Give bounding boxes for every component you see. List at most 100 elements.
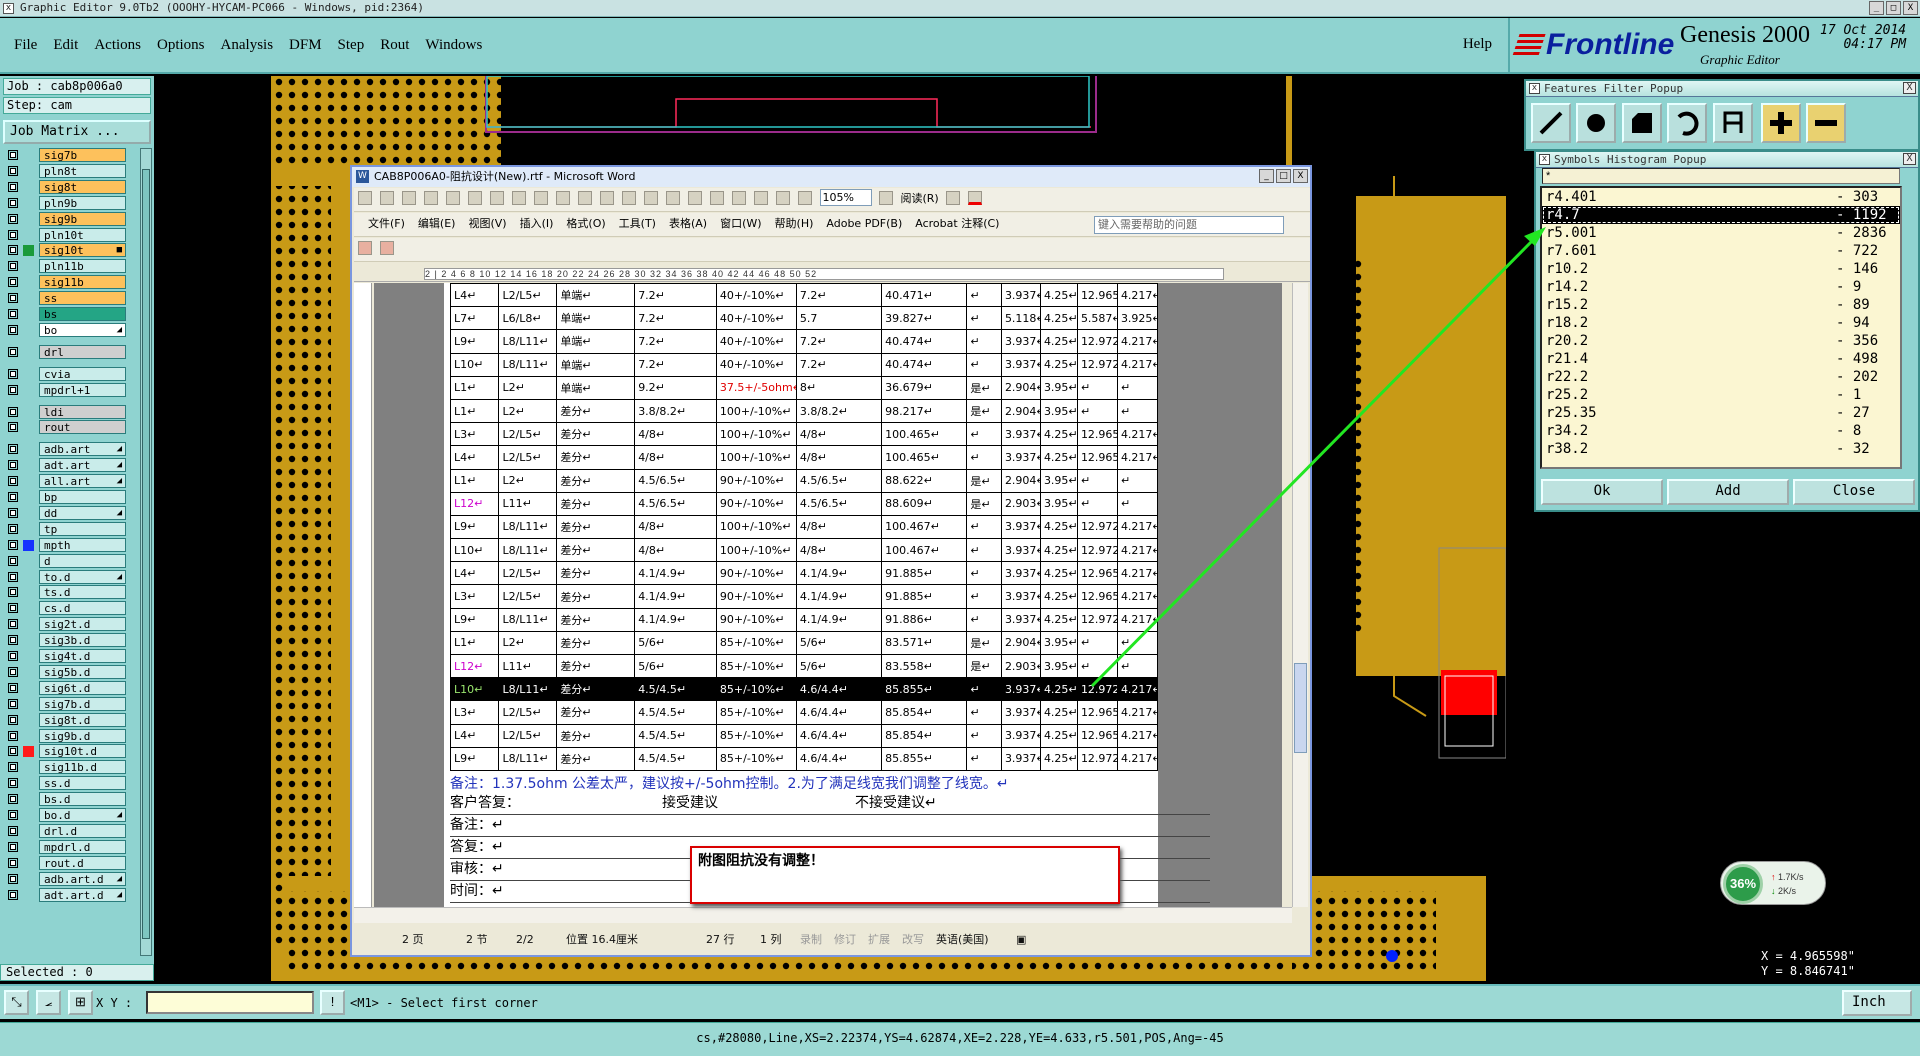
table-cell[interactable]: L10↵ <box>449 352 500 377</box>
table-cell[interactable]: 4.217↵ <box>1116 584 1159 609</box>
table-cell[interactable]: 85+/-10%↵ <box>715 723 797 748</box>
table-cell[interactable]: L3↵ <box>449 700 500 725</box>
table-cell[interactable]: 7.2↵ <box>634 283 717 308</box>
table-cell[interactable]: ↵ <box>1116 491 1159 516</box>
layer-checkbox[interactable] <box>8 698 18 709</box>
layer-checkbox[interactable] <box>8 368 18 379</box>
table-cell[interactable]: L2↵ <box>498 468 558 493</box>
print-preview-icon[interactable] <box>490 191 504 205</box>
layer-row-sig5b.d[interactable]: sig5b.d <box>3 664 126 679</box>
table-cell[interactable]: 88.622↵ <box>881 468 968 493</box>
layer-checkbox[interactable] <box>8 825 18 836</box>
table-cell[interactable]: 12.972↵ <box>1076 329 1118 354</box>
impedance-table[interactable]: L4↵ L2/L5↵ 单端↵ 7.2↵ 40+/-10%↵ 7.2↵ 40.471↵ ↵ 3.9… <box>449 283 1159 771</box>
layer-checkbox[interactable] <box>8 810 18 820</box>
table-cell[interactable]: L4↵ <box>449 445 500 470</box>
table-cell[interactable]: 7.2↵ <box>795 329 883 354</box>
layer-checkbox[interactable] <box>8 873 18 884</box>
table-cell[interactable]: 4/8↵ <box>795 514 883 540</box>
layer-checkbox[interactable] <box>8 229 18 240</box>
table-cell[interactable]: 单端↵ <box>556 306 636 331</box>
layer-checkbox[interactable] <box>8 507 18 518</box>
layer-name[interactable]: mpdrl.d <box>39 839 126 854</box>
new-doc-icon[interactable] <box>358 191 372 205</box>
layer-name[interactable]: mpdrl+1 <box>39 382 126 397</box>
table-cell[interactable]: 3.937↵ <box>1000 283 1041 308</box>
layer-checkbox[interactable] <box>8 587 18 598</box>
layer-name[interactable]: dd ◢ <box>39 505 126 520</box>
research-icon[interactable] <box>534 191 548 205</box>
table-cell[interactable]: 3.937↵ <box>1000 538 1041 563</box>
table-cell[interactable]: L11↵ <box>498 653 558 679</box>
add-button[interactable]: Add <box>1667 479 1789 505</box>
layer-row-d[interactable]: d <box>3 553 126 568</box>
layer-row-adt.art[interactable]: adt.art ◢ <box>3 458 126 473</box>
layer-checkbox[interactable] <box>8 555 18 566</box>
layer-checkbox[interactable] <box>8 406 18 417</box>
hyperlink-icon[interactable] <box>688 191 702 205</box>
menu-analysis[interactable]: Analysis <box>221 37 274 54</box>
layer-checkbox[interactable] <box>8 277 18 288</box>
table-cell[interactable]: 差分↵ <box>556 538 636 563</box>
table-cell[interactable]: L8/L11↵ <box>498 352 558 377</box>
table-cell[interactable]: L8/L11↵ <box>498 514 558 540</box>
table-cell[interactable]: 差分↵ <box>556 398 636 424</box>
layer-row-all.art[interactable]: all.art ◢ <box>3 474 126 489</box>
layer-name[interactable]: sig10t ■ <box>39 243 126 258</box>
layer-row-sig3b.d[interactable]: sig3b.d <box>3 633 126 648</box>
layer-checkbox[interactable] <box>8 619 18 630</box>
layer-checkbox[interactable] <box>8 261 18 272</box>
table-cell[interactable]: 4.25↵ <box>1039 514 1078 540</box>
layer-row-sig10t[interactable]: sig10t ■ <box>3 243 126 258</box>
menu-rout[interactable]: Rout <box>380 37 409 54</box>
measure-icon[interactable]: ⦟ <box>36 990 61 1015</box>
table-cell[interactable]: 85+/-10%↵ <box>715 700 797 725</box>
layer-name[interactable]: ldi <box>39 404 126 419</box>
histogram-close-icon[interactable]: X <box>1903 153 1916 165</box>
table-cell[interactable]: 4.217↵ <box>1116 445 1159 470</box>
layer-name[interactable]: to.d ◢ <box>39 569 126 584</box>
layer-name[interactable]: adb.art.d ◢ <box>39 871 126 886</box>
table-cell[interactable]: 100+/-10%↵ <box>715 538 797 563</box>
table-cell[interactable]: L1↵ <box>449 468 500 493</box>
table-cell[interactable]: L4↵ <box>449 561 500 586</box>
layer-name[interactable]: pln8t <box>39 163 126 178</box>
table-cell[interactable]: 4.5/6.5↵ <box>634 468 717 493</box>
table-cell[interactable]: L2↵ <box>498 375 558 400</box>
layer-row-pln10t[interactable]: pln10t <box>3 227 126 242</box>
layer-row-drl.d[interactable]: drl.d <box>3 823 126 838</box>
table-cell[interactable]: 2.904↵ <box>1000 630 1041 656</box>
table-cell[interactable]: 90+/-10%↵ <box>715 491 797 516</box>
table-cell[interactable]: 40+/-10%↵ <box>715 329 797 354</box>
convert-pdf-email-icon[interactable] <box>380 241 394 255</box>
convert-pdf-icon[interactable] <box>358 241 372 255</box>
layer-name[interactable]: sig5b.d <box>39 664 126 679</box>
symbol-row[interactable]: r7.601 - 722 <box>1542 242 1900 260</box>
layer-checkbox[interactable] <box>8 523 18 534</box>
table-cell[interactable]: 4.6/4.4↵ <box>795 700 883 725</box>
table-cell[interactable]: 12.965↵ <box>1076 283 1118 308</box>
layer-checkbox[interactable] <box>8 476 18 487</box>
table-cell[interactable]: ↵ <box>1116 468 1159 493</box>
layer-name[interactable]: ss.d <box>39 776 126 791</box>
layer-row-ts.d[interactable]: ts.d <box>3 585 126 600</box>
table-cell[interactable]: 差分↵ <box>556 561 636 586</box>
table-cell[interactable]: 差分↵ <box>556 491 636 516</box>
symbol-row[interactable]: r14.2 - 9 <box>1542 278 1900 296</box>
table-cell[interactable]: L8/L11↵ <box>498 677 558 702</box>
table-cell[interactable]: L8/L11↵ <box>498 538 558 563</box>
table-cell[interactable]: L2/L5↵ <box>498 561 558 586</box>
table-cell[interactable]: L2/L5↵ <box>498 422 558 447</box>
layer-name[interactable]: pln9b <box>39 195 126 210</box>
table-cell[interactable]: L8/L11↵ <box>498 746 558 771</box>
table-cell[interactable]: L11↵ <box>498 491 558 516</box>
table-cell[interactable]: ↵ <box>1076 375 1118 400</box>
status-overtype[interactable]: 改写 <box>902 927 924 953</box>
symbol-row[interactable]: r4.401 - 303 <box>1542 188 1900 206</box>
table-cell[interactable]: 40+/-10%↵ <box>715 283 797 308</box>
table-cell[interactable]: 100.467↵ <box>881 538 968 563</box>
table-cell[interactable]: 2.904↵ <box>1000 398 1041 424</box>
table-cell[interactable]: 差分↵ <box>556 584 636 609</box>
table-cell[interactable]: 4.217↵ <box>1116 746 1159 771</box>
menu-step[interactable]: Step <box>338 37 365 54</box>
